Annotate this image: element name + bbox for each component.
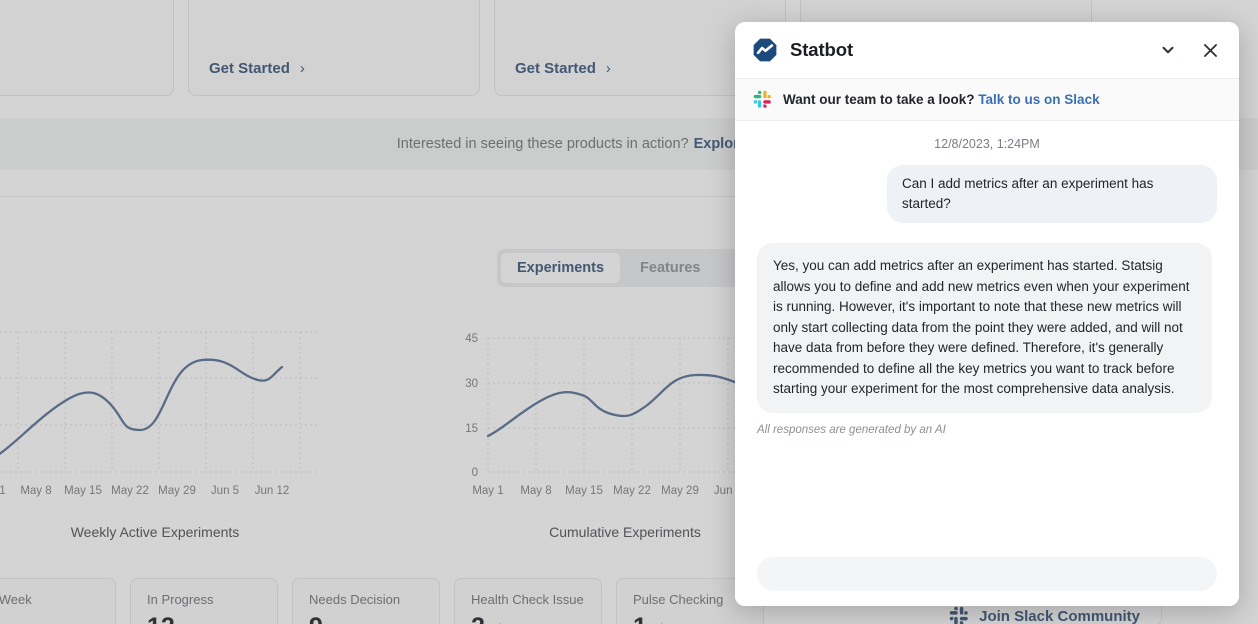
ai-disclaimer: All responses are generated by an AI xyxy=(757,423,946,436)
message-row-bot: Yes, you can add metrics after an experi… xyxy=(757,243,1217,413)
message-timestamp: 12/8/2023, 1:24PM xyxy=(934,137,1040,151)
statbot-header-actions xyxy=(1157,39,1221,61)
statbot-logo-icon xyxy=(753,38,777,62)
user-message-bubble: Can I add metrics after an experiment ha… xyxy=(887,165,1217,223)
statbot-message-list[interactable]: 12/8/2023, 1:24PM Can I add metrics afte… xyxy=(735,121,1239,542)
talk-to-us-on-slack-link[interactable]: Talk to us on Slack xyxy=(978,92,1099,107)
statbot-panel: Statbot Want our team to take a look? Ta… xyxy=(735,22,1239,606)
close-icon[interactable] xyxy=(1199,39,1221,61)
statbot-slack-banner: Want our team to take a look? Talk to us… xyxy=(735,79,1239,121)
chevron-down-icon[interactable] xyxy=(1157,39,1179,61)
bot-message-bubble: Yes, you can add metrics after an experi… xyxy=(757,243,1212,413)
message-row-user: Can I add metrics after an experiment ha… xyxy=(757,165,1217,223)
screen: ct when you deploy code toion. arted › c… xyxy=(0,0,1258,624)
slack-banner-question: Want our team to take a look? xyxy=(783,92,975,107)
slack-icon xyxy=(753,90,771,108)
slack-banner-text: Want our team to take a look? Talk to us… xyxy=(783,92,1100,107)
statbot-header: Statbot xyxy=(735,22,1239,79)
statbot-footer xyxy=(735,542,1239,606)
statbot-title: Statbot xyxy=(790,39,854,60)
message-input[interactable] xyxy=(757,557,1217,591)
